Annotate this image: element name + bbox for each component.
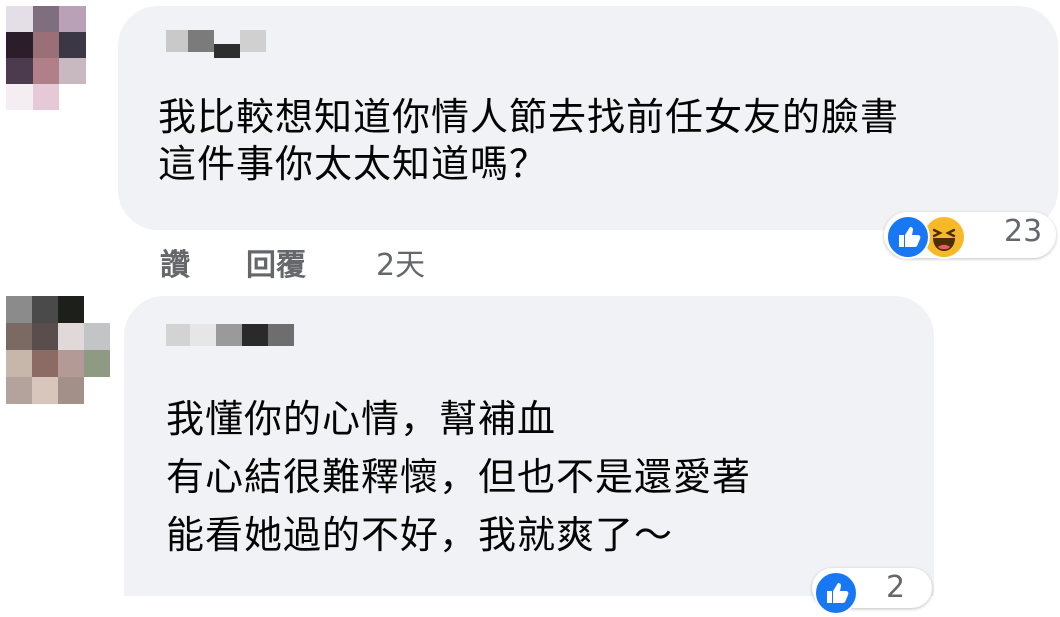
avatar[interactable]: [6, 296, 110, 404]
comment-line: 能看她過的不好，我就爽了～: [166, 513, 674, 557]
reply-button[interactable]: 回覆: [246, 240, 306, 284]
comment-text: 我比較想知道你情人節去找前任女友的臉書 這件事你太太知道嗎？: [158, 94, 899, 188]
reactions-summary[interactable]: 2: [812, 568, 932, 615]
reaction-count: 23: [1004, 214, 1043, 249]
comment-line: 我懂你的心情，幫補血: [166, 397, 557, 441]
comment-line: 我比較想知道你情人節去找前任女友的臉書: [158, 95, 900, 139]
timestamp[interactable]: 2天: [376, 240, 425, 284]
comment-text: 我懂你的心情，幫補血 有心結很難釋懷，但也不是還愛著 能看她過的不好，我就爽了～: [166, 390, 751, 564]
commenter-name-blurred[interactable]: [166, 30, 266, 58]
commenter-name-blurred[interactable]: [166, 324, 294, 346]
avatar[interactable]: [6, 6, 86, 110]
like-button[interactable]: 讚: [160, 240, 190, 284]
comment-line: 這件事你太太知道嗎？: [158, 142, 549, 186]
like-icon: [814, 571, 858, 615]
reactions-summary[interactable]: 23: [884, 212, 1056, 259]
comment-line: 有心結很難釋懷，但也不是還愛著: [166, 455, 752, 499]
like-icon: [886, 215, 930, 259]
reaction-count: 2: [886, 570, 906, 605]
